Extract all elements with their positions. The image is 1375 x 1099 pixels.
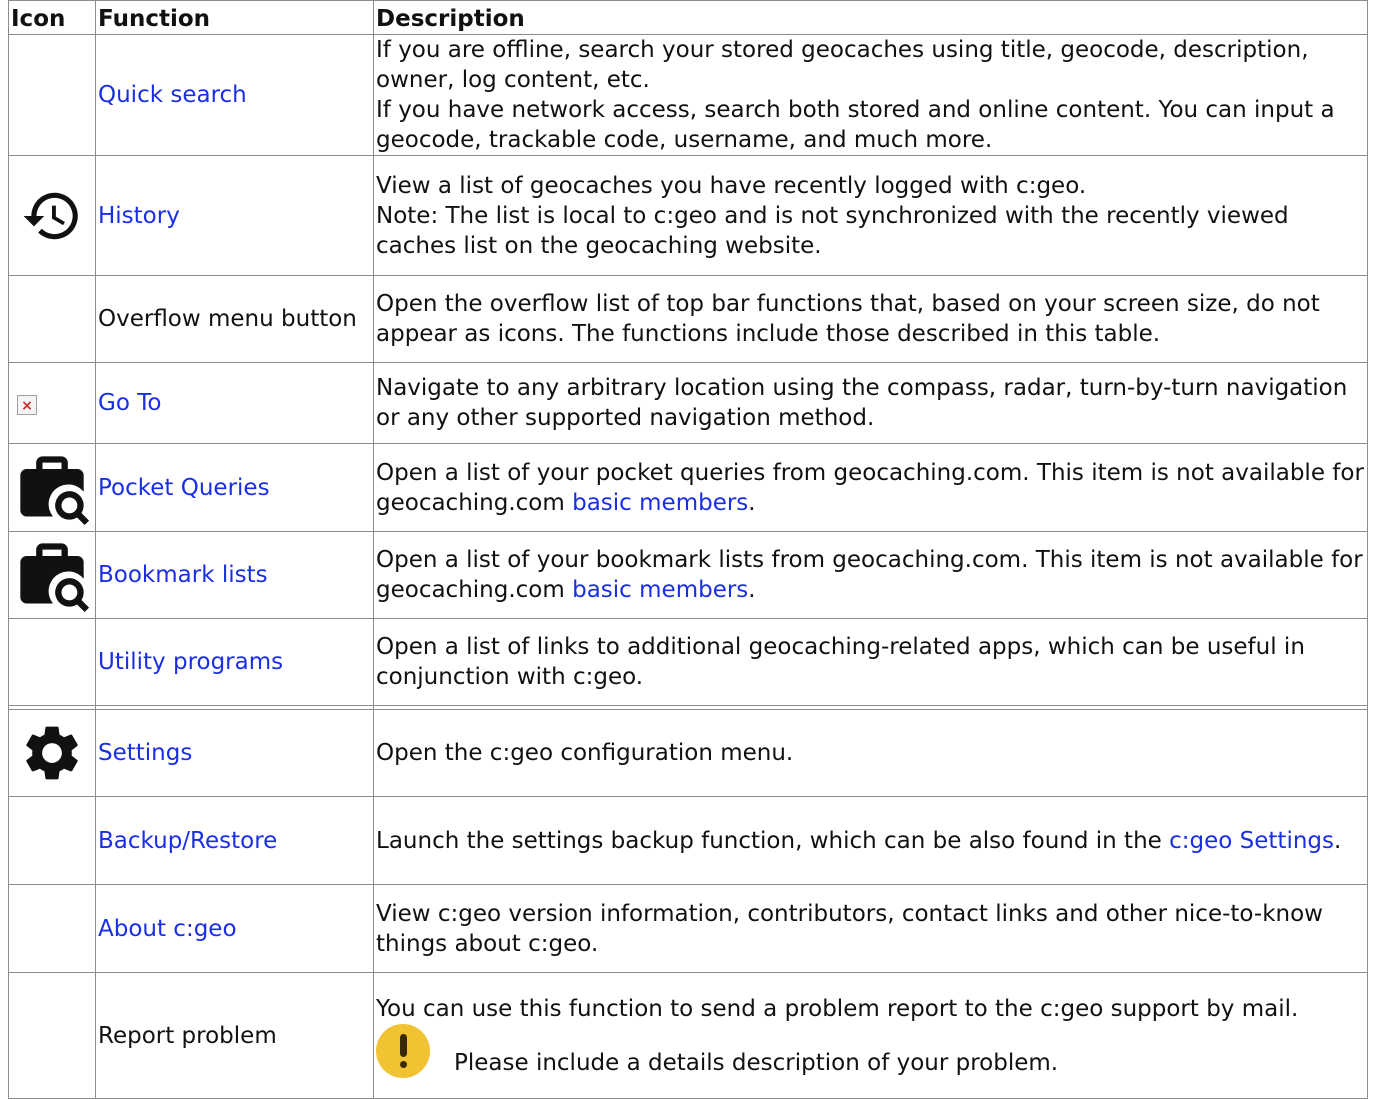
- description-text: Open a list of your bookmark lists from …: [376, 547, 1363, 603]
- table-row: Bookmark lists Open a list of your bookm…: [8, 531, 1368, 619]
- table-row: Report problem You can use this function…: [8, 972, 1368, 1099]
- cgeo-settings-link[interactable]: c:geo Settings: [1169, 828, 1334, 854]
- description-text: Navigate to any arbitrary location using…: [373, 362, 1368, 444]
- briefcase-search-icon: [9, 450, 95, 526]
- gear-icon: [9, 720, 95, 786]
- bookmark-lists-link[interactable]: Bookmark lists: [98, 562, 268, 588]
- warning-icon: [376, 1023, 430, 1078]
- description-text: View a list of geocaches you have recent…: [376, 172, 1087, 199]
- table-row: Overflow menu button Open the overflow l…: [8, 275, 1368, 363]
- description-text: Open the c:geo configuration menu.: [373, 709, 1368, 797]
- functions-table: Icon Function Description Quick search I…: [8, 0, 1368, 1099]
- icon-cell-empty: [8, 275, 96, 363]
- table-row: Quick search If you are offline, search …: [8, 34, 1368, 156]
- basic-members-link[interactable]: basic members: [572, 490, 748, 516]
- table-row: About c:geo View c:geo version informati…: [8, 884, 1368, 973]
- briefcase-search-icon: [9, 537, 95, 613]
- description-text: Open the overflow list of top bar functi…: [373, 275, 1368, 363]
- icon-cell-empty: [8, 972, 96, 1099]
- header-description: Description: [373, 0, 1368, 35]
- table-row: Backup/Restore Launch the settings backu…: [8, 796, 1368, 885]
- table-header-row: Icon Function Description: [8, 0, 1368, 35]
- description-text: You can use this function to send a prob…: [376, 995, 1299, 1022]
- icon-cell-empty: [8, 618, 96, 706]
- table-row: Utility programs Open a list of links to…: [8, 618, 1368, 706]
- table-row: × Go To Navigate to any arbitrary locati…: [8, 362, 1368, 444]
- description-text: If you have network access, search both …: [376, 97, 1335, 153]
- function-label: Report problem: [95, 972, 374, 1099]
- description-text: .: [748, 489, 756, 516]
- description-text: Note: The list is local to c:geo and is …: [376, 202, 1289, 259]
- description-text: Open a list of links to additional geoca…: [373, 618, 1368, 706]
- description-text: Launch the settings backup function, whi…: [376, 827, 1170, 854]
- description-text: Open a list of your pocket queries from …: [376, 459, 1364, 516]
- description-text: .: [1334, 827, 1342, 854]
- history-icon: [9, 185, 95, 247]
- icon-cell-empty: [8, 34, 96, 156]
- icon-cell-empty: [8, 796, 96, 885]
- header-icon: Icon: [8, 0, 96, 35]
- description-text: View c:geo version information, contribu…: [373, 884, 1368, 973]
- description-text: .: [748, 577, 756, 603]
- table-row: Pocket Queries Open a list of your pocke…: [8, 443, 1368, 532]
- function-label: Overflow menu button: [95, 275, 374, 363]
- settings-link[interactable]: Settings: [98, 740, 192, 766]
- description-text: If you are offline, search your stored g…: [376, 37, 1309, 93]
- history-link[interactable]: History: [98, 203, 180, 229]
- quick-search-link[interactable]: Quick search: [98, 82, 247, 108]
- pocket-queries-link[interactable]: Pocket Queries: [98, 475, 270, 501]
- table-row: History View a list of geocaches you hav…: [8, 155, 1368, 276]
- backup-restore-link[interactable]: Backup/Restore: [98, 828, 277, 854]
- header-function: Function: [95, 0, 374, 35]
- note-text: Please include a details description of …: [454, 1049, 1059, 1076]
- about-cgeo-link[interactable]: About c:geo: [98, 916, 237, 942]
- icon-cell-empty: [8, 884, 96, 973]
- go-to-link[interactable]: Go To: [98, 390, 161, 416]
- basic-members-link[interactable]: basic members: [572, 577, 748, 603]
- broken-image-icon: ×: [17, 395, 37, 415]
- table-row: Settings Open the c:geo configuration me…: [8, 709, 1368, 797]
- utility-programs-link[interactable]: Utility programs: [98, 649, 283, 675]
